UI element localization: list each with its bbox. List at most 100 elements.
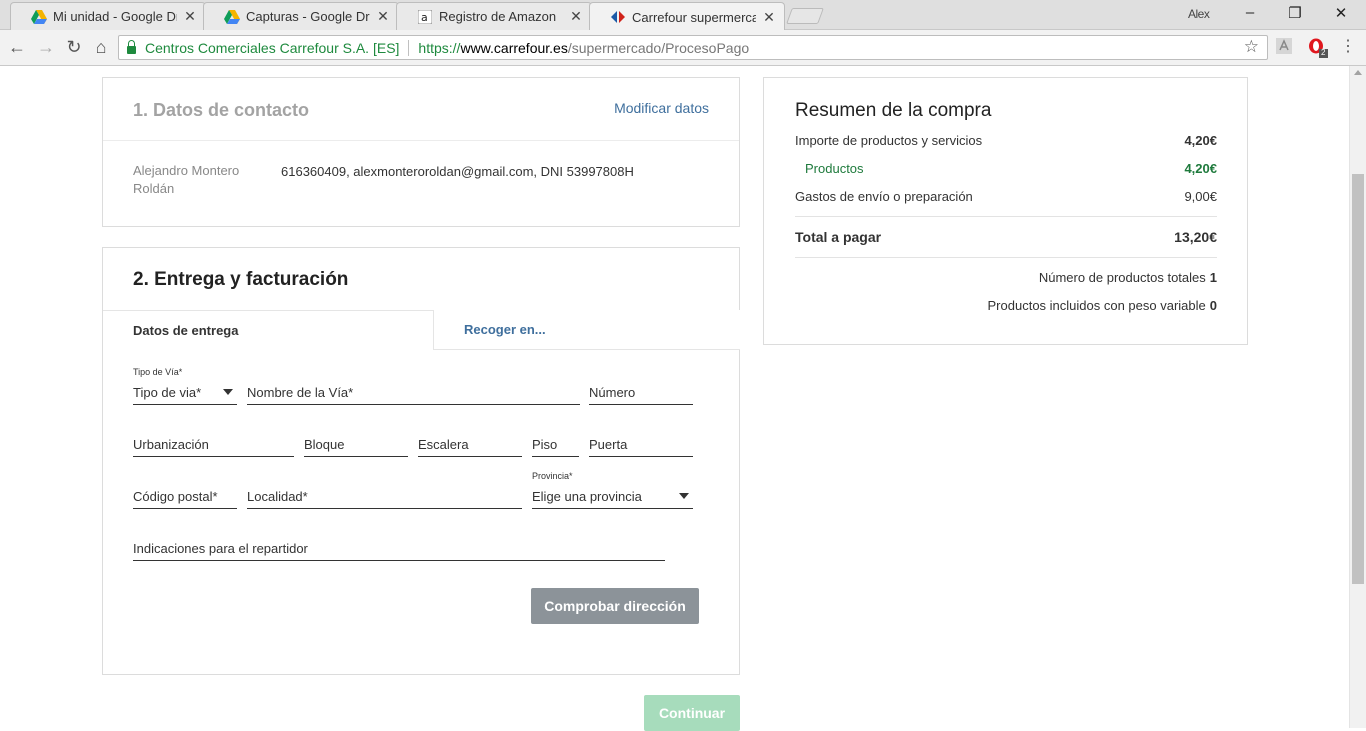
browser-toolbar: ← → ↻ ⌂ Centros Comerciales Carrefour S.… (0, 30, 1366, 66)
number-placeholder: Número (589, 385, 636, 400)
close-icon[interactable]: ✕ (569, 8, 583, 25)
postal-code-placeholder: Código postal* (133, 489, 218, 504)
postal-code-field[interactable]: Código postal* (133, 485, 237, 509)
door-field[interactable]: Puerta (589, 433, 693, 457)
street-type-value: Tipo de via* (133, 385, 202, 400)
continue-button[interactable]: Continuar (644, 695, 740, 731)
tab-mi-unidad[interactable]: Mi unidad - Google Drive ✕ (10, 2, 206, 30)
pdf-extension-icon[interactable] (1276, 38, 1292, 59)
opera-extension-icon[interactable]: 2 (1308, 38, 1328, 63)
summary-row-variable-weight: Productos incluidos con peso variable 0 (795, 298, 1217, 313)
close-window-icon[interactable]: ✕ (1331, 4, 1351, 22)
door-placeholder: Puerta (589, 437, 628, 452)
close-icon[interactable]: ✕ (376, 8, 390, 25)
street-type-select[interactable]: Tipo de Vía* Tipo de via* (133, 367, 237, 405)
tab-title: Carrefour supermercado (632, 9, 756, 25)
divider (795, 257, 1217, 258)
province-select[interactable]: Provincia* Elige una provincia (532, 471, 693, 509)
divider (795, 216, 1217, 217)
url-host: www.carrefour.es (460, 39, 568, 56)
summary-heading: Resumen de la compra (795, 100, 992, 121)
staircase-field[interactable]: Escalera (418, 433, 522, 457)
restore-icon[interactable]: ❐ (1285, 4, 1305, 22)
contact-card: 1. Datos de contacto Modificar datos Ale… (102, 77, 740, 227)
instructions-placeholder: Indicaciones para el repartidor (133, 541, 308, 556)
contact-name-line: Roldán (133, 181, 175, 196)
tab-title: Capturas - Google Drive (246, 9, 370, 24)
page-scrollbar[interactable] (1349, 66, 1366, 728)
summary-label: Número de productos totales (1038, 270, 1206, 285)
contact-name: Alejandro Montero Roldán (133, 162, 239, 198)
close-icon[interactable]: ✕ (183, 8, 197, 25)
contact-name-line: Alejandro Montero (133, 163, 240, 178)
extension-badge: 2 (1321, 48, 1326, 57)
province-label: Provincia* (532, 471, 573, 481)
close-icon[interactable]: ✕ (762, 9, 776, 26)
summary-row-products-services: Importe de productos y servicios 4,20€ (795, 133, 1217, 148)
summary-row-shipping: Gastos de envío o preparación 9,00€ (795, 189, 1217, 204)
divider (408, 39, 410, 56)
menu-icon[interactable]: ⋮ (1337, 36, 1359, 58)
locality-placeholder: Localidad* (247, 489, 308, 504)
reload-icon[interactable]: ↻ (63, 36, 85, 58)
floor-placeholder: Piso (532, 437, 558, 452)
number-field[interactable]: Número (589, 381, 693, 405)
block-field[interactable]: Bloque (304, 433, 408, 457)
google-drive-icon (31, 9, 47, 25)
summary-row-total-products: Número de productos totales 1 (795, 270, 1217, 285)
summary-label: Productos incluidos con peso variable (987, 298, 1206, 313)
chevron-down-icon (223, 389, 233, 395)
scroll-up-icon[interactable] (1354, 70, 1362, 75)
lock-icon (127, 39, 136, 54)
home-icon[interactable]: ⌂ (90, 36, 112, 58)
site-identity[interactable]: Centros Comerciales Carrefour S.A. [ES] (145, 40, 399, 56)
street-name-field[interactable]: Nombre de la Vía* (247, 381, 580, 405)
google-drive-icon (224, 9, 240, 25)
check-address-button[interactable]: Comprobar dirección (531, 588, 699, 624)
province-value: Elige una provincia (532, 489, 642, 504)
minimize-icon[interactable]: – (1240, 4, 1260, 21)
browser-tab-strip: Mi unidad - Google Drive ✕ Capturas - Go… (0, 0, 1366, 31)
carrefour-icon (610, 9, 626, 25)
edit-contact-link[interactable]: Modificar datos (614, 100, 709, 116)
tab-carrefour[interactable]: Carrefour supermercado ✕ (589, 2, 785, 31)
forward-icon[interactable]: → (35, 36, 57, 58)
divider (103, 140, 739, 141)
urbanization-field[interactable]: Urbanización (133, 433, 294, 457)
street-type-label: Tipo de Vía* (133, 367, 183, 377)
floor-field[interactable]: Piso (532, 433, 579, 457)
summary-row-total: Total a pagar 13,20€ (795, 229, 1217, 245)
back-icon[interactable]: ← (6, 36, 28, 58)
url-scheme: https:// (418, 39, 461, 56)
delivery-heading: 2. Entrega y facturación (133, 269, 349, 290)
instructions-field[interactable]: Indicaciones para el repartidor (133, 537, 665, 561)
locality-field[interactable]: Localidad* (247, 485, 522, 509)
summary-value: 4,20€ (1184, 161, 1217, 176)
urbanization-placeholder: Urbanización (133, 437, 209, 452)
contact-details: 616360409, alexmonteroroldan@gmail.com, … (281, 164, 634, 179)
amazon-icon: a (417, 9, 433, 25)
summary-label: Gastos de envío o preparación (795, 189, 973, 204)
bookmark-star-icon[interactable]: ☆ (1244, 37, 1259, 57)
summary-label: Importe de productos y servicios (795, 133, 983, 148)
address-bar[interactable]: Centros Comerciales Carrefour S.A. [ES] … (118, 35, 1268, 60)
delivery-card: 2. Entrega y facturación Datos de entreg… (102, 247, 740, 675)
tab-capturas[interactable]: Capturas - Google Drive ✕ (203, 2, 399, 30)
tab-title: Mi unidad - Google Drive (53, 9, 177, 24)
tab-delivery-data[interactable]: Datos de entrega (103, 310, 433, 350)
summary-value: 0 (1209, 298, 1217, 313)
block-placeholder: Bloque (304, 437, 345, 452)
profile-name[interactable]: Alex (1188, 7, 1210, 21)
contact-heading: 1. Datos de contacto (133, 100, 310, 120)
scroll-thumb[interactable] (1352, 174, 1364, 584)
url-path: /supermercado/ProcesoPago (567, 39, 750, 56)
summary-card: Resumen de la compra Importe de producto… (763, 77, 1248, 345)
summary-value: 1 (1209, 270, 1217, 285)
tab-amazon[interactable]: a Registro de Amazon ✕ (396, 2, 592, 30)
tab-pickup[interactable]: Recoger en... (433, 310, 740, 350)
new-tab-button[interactable] (786, 8, 824, 24)
street-name-placeholder: Nombre de la Vía* (247, 385, 354, 400)
tab-title: Registro de Amazon (439, 9, 557, 24)
svg-text:a: a (421, 11, 428, 24)
summary-value: 9,00€ (1184, 189, 1217, 204)
